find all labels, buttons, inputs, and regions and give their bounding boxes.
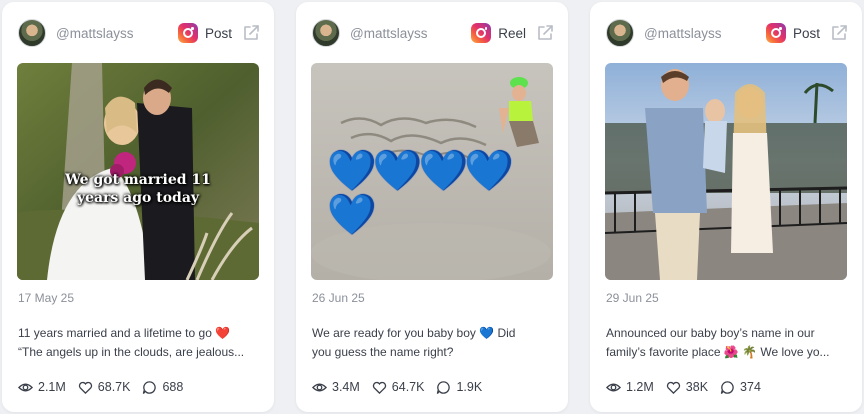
avatar[interactable] <box>606 19 634 47</box>
post-stats: 3.4M 64.7K 1.9K <box>312 378 494 396</box>
post-image[interactable]: We got married 11 years ago today <box>17 63 259 280</box>
account-handle[interactable]: @mattslayss <box>56 26 178 41</box>
external-link-icon[interactable] <box>242 24 260 42</box>
card-header: @mattslayss Post <box>18 18 260 48</box>
comments-stat: 688 <box>142 380 183 395</box>
comments-count: 374 <box>740 380 761 394</box>
comment-icon <box>437 380 451 394</box>
card-header: @mattslayss Post <box>606 18 848 48</box>
likes-stat: 64.7K <box>372 380 425 395</box>
likes-count: 68.7K <box>97 380 131 394</box>
post-card[interactable]: @mattslayss Reel 💙💙💙💙💙 26 Jun 25 We are … <box>296 2 568 412</box>
caption-line: “The angels up in the clouds, are jealou… <box>18 345 245 359</box>
post-card[interactable]: @mattslayss Post We got married 11 years… <box>2 2 274 412</box>
views-stat: 1.2M <box>606 380 654 395</box>
post-type-label: Reel <box>498 25 526 41</box>
family-photo <box>605 63 847 280</box>
views-count: 1.2M <box>626 380 654 394</box>
eye-icon <box>18 383 33 391</box>
heart-icon <box>78 381 92 394</box>
caption-line: 11 years married and a lifetime to go ❤️ <box>18 326 231 340</box>
comment-icon <box>143 380 157 394</box>
post-caption: Announced our baby boy’s name in our fam… <box>606 324 850 362</box>
avatar[interactable] <box>312 19 340 47</box>
post-stats: 2.1M 68.7K 688 <box>18 378 195 396</box>
likes-count: 64.7K <box>391 380 425 394</box>
caption-line: you guess the name right? <box>312 345 454 359</box>
comments-count: 1.9K <box>456 380 483 394</box>
eye-icon <box>312 383 327 391</box>
post-type-label: Post <box>792 25 820 41</box>
views-count: 2.1M <box>38 380 66 394</box>
overlay-caption: We got married 11 years ago today <box>65 172 211 206</box>
caption-line: Announced our baby boy’s name in our <box>606 326 815 340</box>
comments-count: 688 <box>162 380 184 394</box>
views-count: 3.4M <box>332 380 360 394</box>
post-stats: 1.2M 38K 374 <box>606 378 773 396</box>
likes-stat: 68.7K <box>78 380 131 395</box>
avatar[interactable] <box>18 19 46 47</box>
post-date: 17 May 25 <box>18 291 75 305</box>
eye-icon <box>606 383 621 391</box>
post-date: 26 Jun 25 <box>312 291 365 305</box>
views-stat: 2.1M <box>18 380 66 395</box>
blue-hearts: 💙💙💙💙💙 <box>327 149 514 237</box>
account-handle[interactable]: @mattslayss <box>644 26 766 41</box>
external-link-icon[interactable] <box>830 24 848 42</box>
comments-stat: 1.9K <box>436 380 482 395</box>
post-caption: 11 years married and a lifetime to go ❤️… <box>18 324 262 362</box>
caption-line: family’s favorite place 🌺 🌴 We love yo..… <box>606 345 830 359</box>
post-type-label: Post <box>204 25 232 41</box>
post-image[interactable]: 💙💙💙💙💙 <box>311 63 553 280</box>
post-caption: We are ready for you baby boy 💙 Did you … <box>312 324 556 362</box>
comment-icon <box>720 380 734 394</box>
heart-icon <box>666 381 680 394</box>
card-header: @mattslayss Reel <box>312 18 554 48</box>
instagram-icon <box>765 23 786 43</box>
caption-line: We are ready for you baby boy 💙 Did <box>312 326 516 340</box>
external-link-icon[interactable] <box>536 24 554 42</box>
post-date: 29 Jun 25 <box>606 291 659 305</box>
post-card[interactable]: @mattslayss Post 29 Jun 25 Announced our… <box>590 2 862 412</box>
likes-count: 38K <box>685 380 709 394</box>
instagram-icon <box>177 23 198 43</box>
views-stat: 3.4M <box>312 380 360 395</box>
post-image[interactable] <box>605 63 847 280</box>
comments-stat: 374 <box>720 380 761 395</box>
heart-icon <box>372 381 386 394</box>
instagram-icon <box>471 23 492 43</box>
account-handle[interactable]: @mattslayss <box>350 26 471 41</box>
likes-stat: 38K <box>666 380 708 395</box>
